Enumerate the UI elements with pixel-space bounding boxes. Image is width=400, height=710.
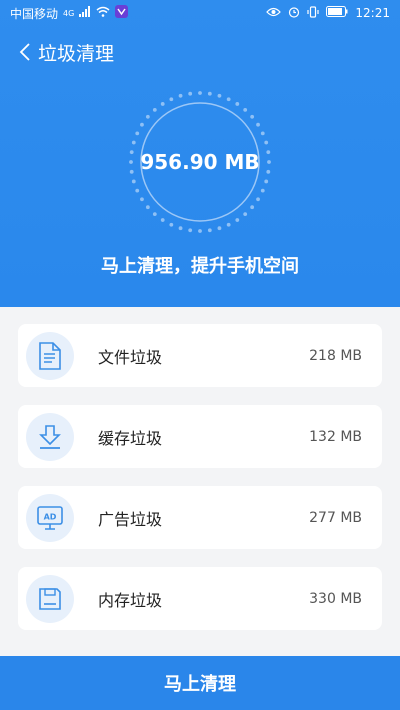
wifi-icon	[96, 6, 110, 20]
junk-item-memory[interactable]: 内存垃圾 330 MB	[18, 567, 382, 630]
junk-item-label: 广告垃圾	[98, 509, 163, 529]
junk-item-label: 文件垃圾	[98, 347, 163, 367]
total-size-text: 956.90 MB	[140, 150, 260, 174]
alarm-icon	[288, 6, 300, 21]
junk-item-size: 277 MB	[309, 509, 362, 526]
vibrate-icon	[307, 5, 320, 21]
shield-app-icon	[115, 5, 129, 21]
junk-item-size: 132 MB	[309, 428, 362, 445]
memory-card-icon	[26, 574, 74, 623]
download-icon	[26, 412, 74, 461]
page-title: 垃圾清理	[38, 42, 115, 65]
eye-icon	[266, 6, 282, 20]
chevron-left-icon	[19, 43, 30, 61]
junk-item-label: 缓存垃圾	[98, 428, 163, 448]
junk-item-ad[interactable]: AD 广告垃圾 277 MB	[18, 486, 382, 549]
junk-item-file[interactable]: 文件垃圾 218 MB	[18, 324, 382, 387]
svg-text:AD: AD	[44, 512, 57, 521]
junk-item-size: 218 MB	[309, 347, 362, 364]
status-bar: 中国移动 4G 12:21	[0, 0, 400, 26]
document-icon	[26, 331, 74, 380]
back-button[interactable]	[14, 41, 36, 63]
ad-monitor-icon: AD	[26, 493, 74, 542]
size-ring: 956.90 MB	[128, 90, 272, 234]
clock-text: 12:21	[355, 6, 390, 20]
header-subtitle: 马上清理，提升手机空间	[101, 256, 299, 277]
junk-item-label: 内存垃圾	[98, 590, 163, 610]
junk-item-cache[interactable]: 缓存垃圾 132 MB	[18, 405, 382, 468]
junk-item-size: 330 MB	[309, 590, 362, 607]
network-type-text: 4G	[63, 8, 75, 18]
signal-icon	[79, 6, 91, 20]
title-bar: 垃圾清理	[0, 34, 114, 70]
clean-now-button[interactable]: 马上清理	[0, 656, 400, 710]
junk-list: 文件垃圾 218 MB 缓存垃圾 132 MB AD 广告垃圾 277 MB 内…	[18, 324, 382, 648]
header-area: 中国移动 4G 12:21 垃圾清理 956.90 MB 马上清理，提升手机空间	[0, 0, 400, 307]
battery-icon	[326, 6, 348, 20]
carrier-text: 中国移动	[10, 6, 59, 21]
